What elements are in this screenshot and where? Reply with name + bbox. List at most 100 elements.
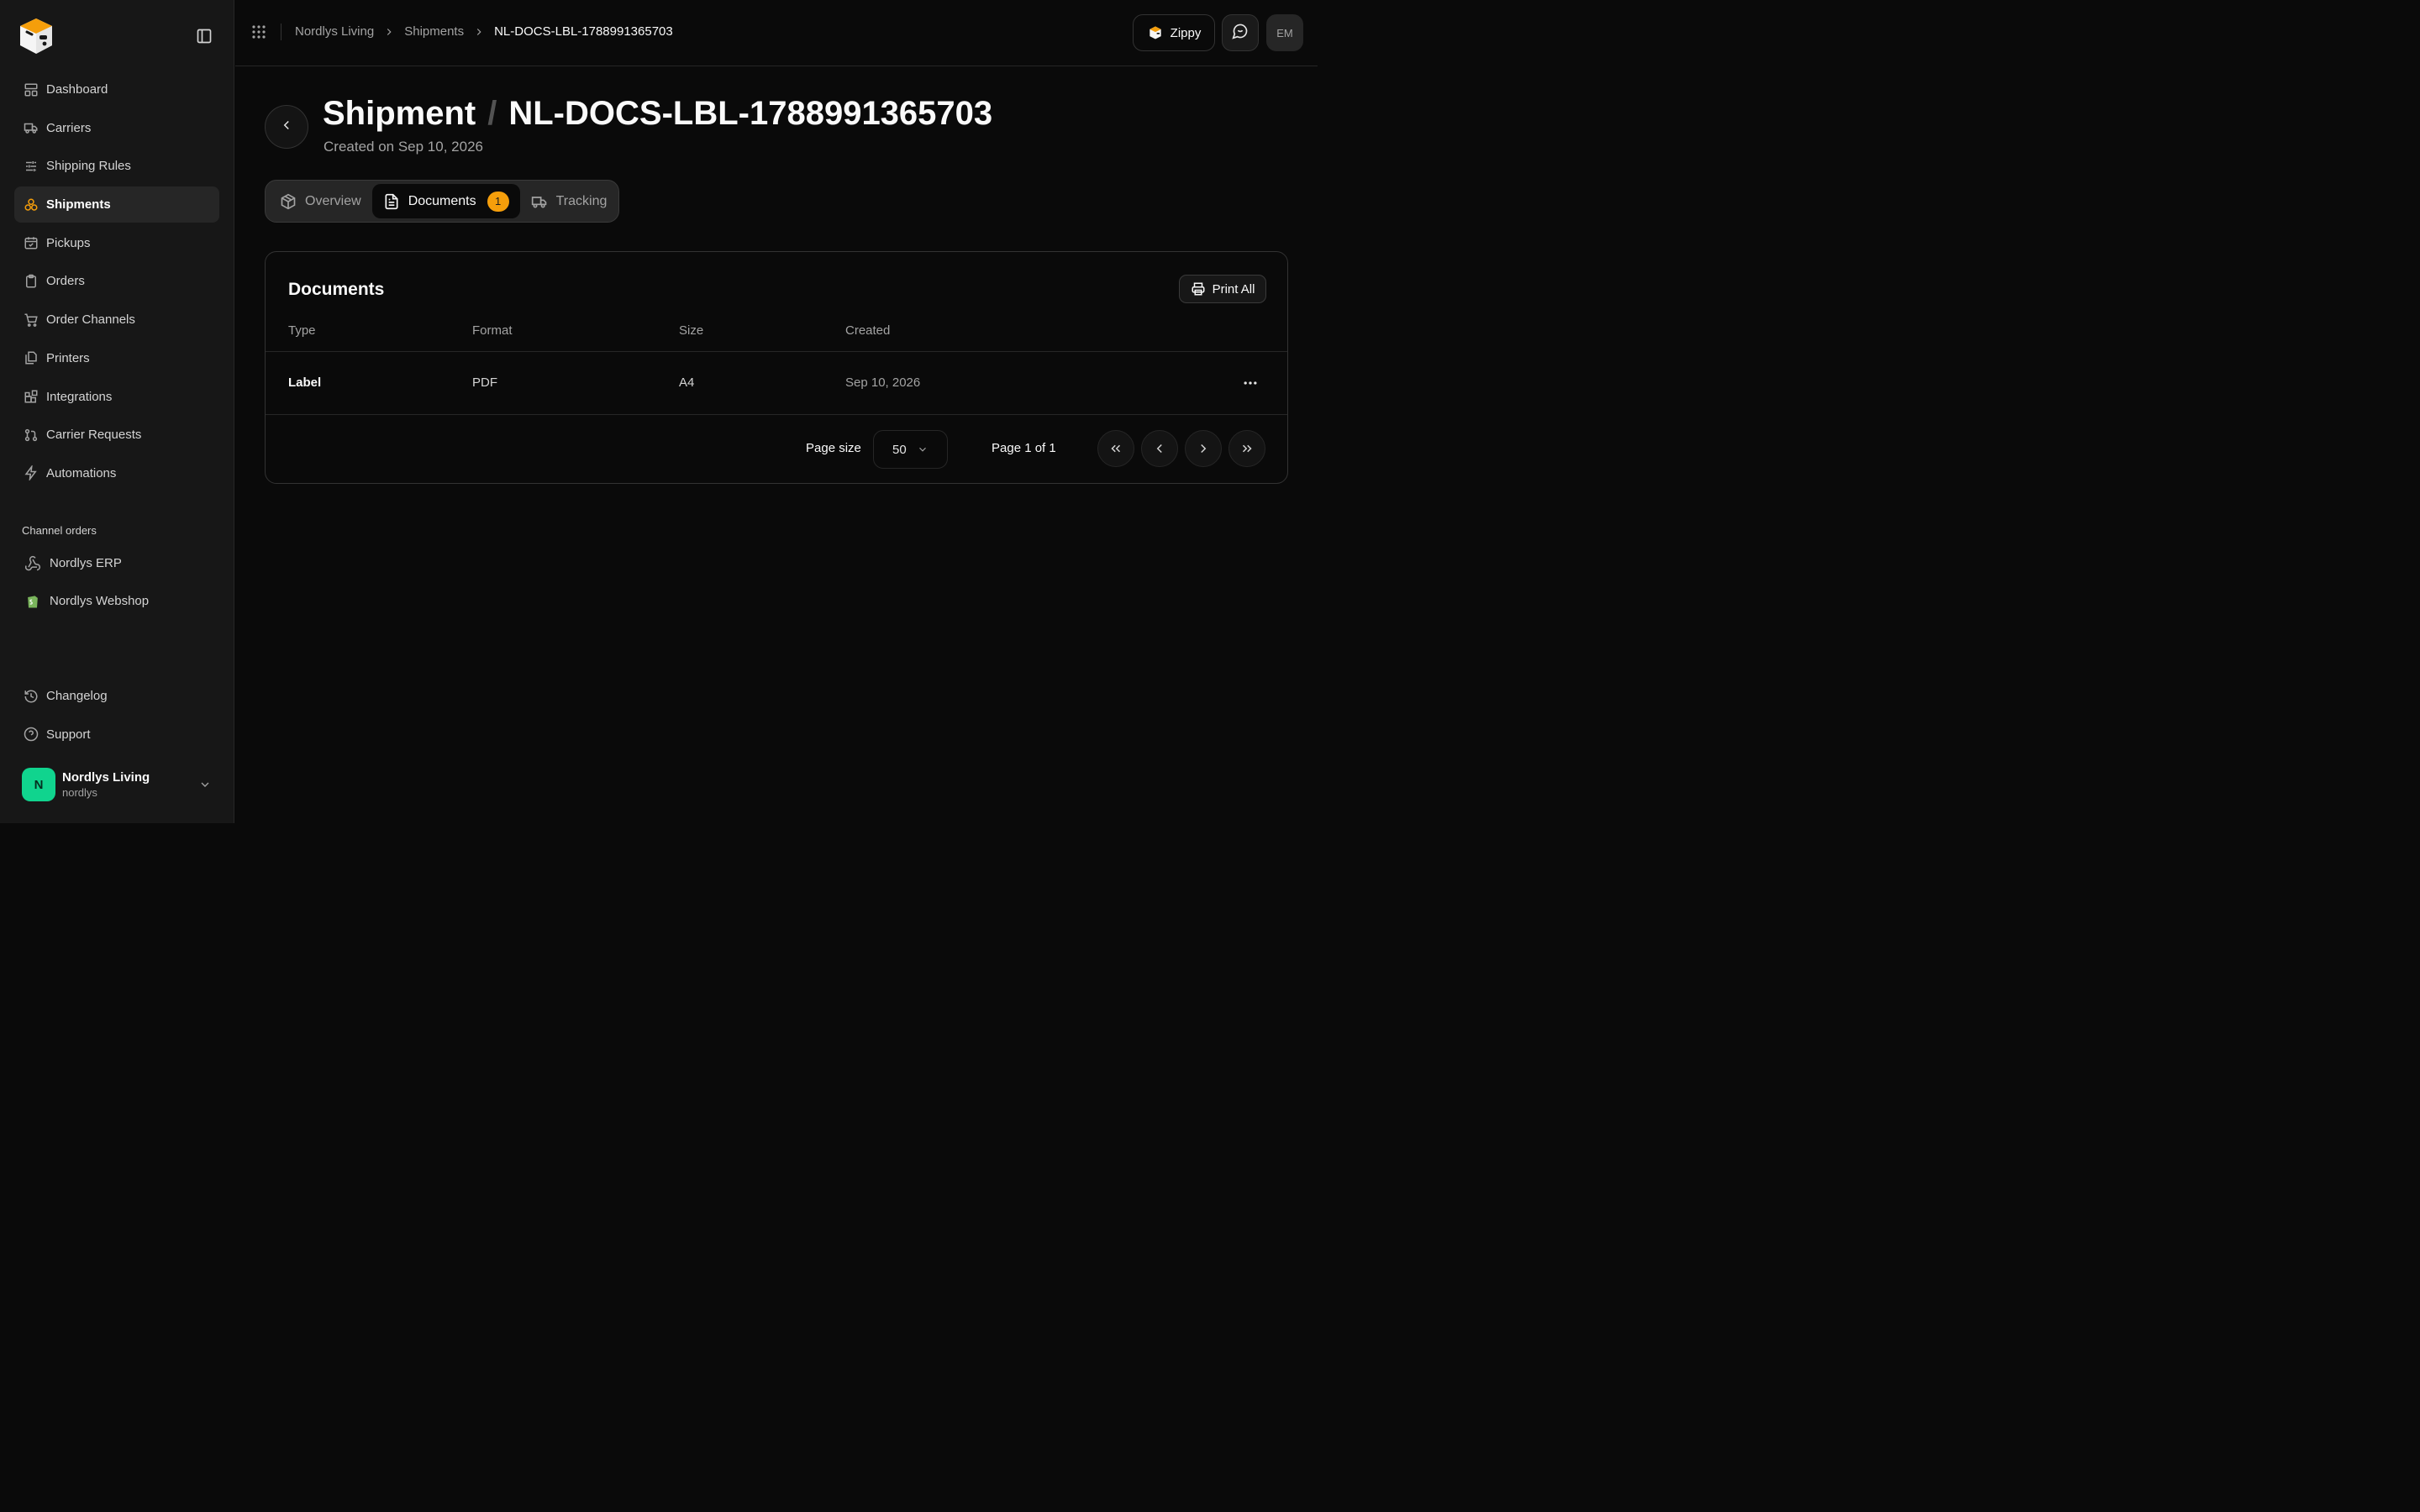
column-header-size: Size xyxy=(679,323,704,338)
chevron-left-icon xyxy=(279,118,294,136)
sidebar-item-shipping-rules[interactable]: Shipping Rules xyxy=(14,148,219,184)
channel-item-nordlys-erp[interactable]: Nordlys ERP xyxy=(14,544,219,582)
account-name: Nordlys Living xyxy=(62,770,150,785)
sidebar-item-pickups[interactable]: Pickups xyxy=(14,225,219,261)
tab-bar: Overview Documents 1 Tracking xyxy=(265,180,619,223)
sidebar-item-automations[interactable]: Automations xyxy=(14,455,219,491)
page-title-separator: / xyxy=(487,95,497,132)
git-pull-request-icon xyxy=(24,428,39,443)
tab-documents[interactable]: Documents 1 xyxy=(371,184,520,218)
more-horizontal-icon[interactable] xyxy=(1242,375,1259,391)
sidebar-item-printers[interactable]: Printers xyxy=(14,340,219,376)
truck-icon xyxy=(24,120,39,135)
first-page-button[interactable] xyxy=(1097,430,1134,467)
sidebar-item-label: Orders xyxy=(46,274,85,289)
table-divider xyxy=(266,351,1287,352)
column-header-format: Format xyxy=(472,323,513,338)
breadcrumb-current: NL-DOCS-LBL-1788991365703 xyxy=(494,24,673,39)
page-size-select[interactable]: 50 xyxy=(873,430,948,469)
sidebar-item-integrations[interactable]: Integrations xyxy=(14,379,219,415)
zippy-label: Zippy xyxy=(1170,25,1202,40)
channel-item-nordlys-webshop[interactable]: Nordlys Webshop xyxy=(14,582,219,620)
previous-page-button[interactable] xyxy=(1141,430,1178,467)
chevron-right-icon xyxy=(473,26,485,38)
printers-icon xyxy=(24,350,39,365)
documents-card: Documents Print All Type Format Size Cre… xyxy=(265,251,1288,484)
zap-icon xyxy=(24,465,39,481)
sliders-icon xyxy=(24,159,39,174)
sidebar-item-label: Support xyxy=(46,727,91,742)
package-icon xyxy=(280,193,297,210)
cell-size: A4 xyxy=(679,375,695,390)
sidebar-item-order-channels[interactable]: Order Channels xyxy=(14,302,219,338)
tab-label: Tracking xyxy=(555,193,608,208)
sidebar-item-orders[interactable]: Orders xyxy=(14,263,219,299)
tab-tracking[interactable]: Tracking xyxy=(520,184,618,218)
sidebar-item-label: Printers xyxy=(46,350,90,365)
apps-grid-icon[interactable] xyxy=(251,24,266,39)
chat-button[interactable] xyxy=(1222,14,1259,51)
cell-created: Sep 10, 2026 xyxy=(845,375,921,390)
account-switcher[interactable]: N Nordlys Living nordlys xyxy=(22,768,220,801)
sidebar-item-label: Shipments xyxy=(46,197,111,213)
sidebar-item-carriers[interactable]: Carriers xyxy=(14,110,219,146)
back-button[interactable] xyxy=(265,105,308,149)
sidebar-item-label: Changelog xyxy=(46,689,108,703)
channel-item-label: Nordlys ERP xyxy=(50,556,122,570)
user-avatar-button[interactable]: EM xyxy=(1266,14,1303,51)
page-title-prefix: Shipment xyxy=(323,95,476,132)
breadcrumb-item[interactable]: Shipments xyxy=(404,24,464,39)
print-all-button[interactable]: Print All xyxy=(1179,275,1266,303)
sidebar-nav: Dashboard Carriers Shipping Rules Shipme… xyxy=(14,71,219,494)
channel-list: Nordlys ERP Nordlys Webshop xyxy=(14,544,219,620)
created-date: Created on Sep 10, 2026 xyxy=(324,139,483,155)
chevron-left-icon xyxy=(1156,444,1162,454)
shipment-id: NL-DOCS-LBL-1788991365703 xyxy=(508,95,993,132)
page-size-value: 50 xyxy=(892,442,907,457)
shopify-icon xyxy=(24,592,42,611)
zippy-button[interactable]: Zippy xyxy=(1133,14,1215,51)
column-header-type: Type xyxy=(288,323,316,338)
boxes-icon xyxy=(24,197,39,213)
chevrons-right-icon xyxy=(1242,444,1252,453)
cell-type: Label xyxy=(288,375,322,390)
tab-label: Overview xyxy=(305,193,361,208)
help-circle-icon xyxy=(24,727,39,742)
sidebar-item-label: Shipping Rules xyxy=(46,159,131,174)
calendar-check-icon xyxy=(24,235,39,250)
chevron-right-icon xyxy=(1201,444,1207,454)
page-size-label: Page size xyxy=(806,441,861,455)
cart-icon xyxy=(24,312,39,328)
truck-icon xyxy=(531,193,548,210)
sidebar-item-label: Order Channels xyxy=(46,312,135,328)
sidebar-item-carrier-requests[interactable]: Carrier Requests xyxy=(14,417,219,453)
sidebar-item-changelog[interactable]: Changelog xyxy=(14,678,219,714)
page-info: Page 1 of 1 xyxy=(992,441,1056,455)
webhook-icon xyxy=(24,554,42,573)
last-page-button[interactable] xyxy=(1228,430,1265,467)
tab-label: Documents xyxy=(408,193,476,208)
sidebar: Dashboard Carriers Shipping Rules Shipme… xyxy=(0,0,234,823)
documents-count-badge: 1 xyxy=(487,191,509,212)
zippy-logo-icon xyxy=(1149,26,1161,39)
sidebar-item-dashboard[interactable]: Dashboard xyxy=(14,71,219,108)
page-title: Shipment / NL-DOCS-LBL-1788991365703 xyxy=(323,95,992,133)
chevron-right-icon xyxy=(383,26,395,38)
app-logo[interactable] xyxy=(15,15,57,57)
sidebar-item-label: Automations xyxy=(46,465,117,480)
tab-overview[interactable]: Overview xyxy=(269,184,372,218)
blocks-icon xyxy=(24,389,39,404)
breadcrumb-item[interactable]: Nordlys Living xyxy=(295,24,374,39)
chevron-down-icon xyxy=(198,778,212,791)
next-page-button[interactable] xyxy=(1185,430,1222,467)
sidebar-bottom-nav: Changelog Support xyxy=(14,678,219,754)
sidebar-item-support[interactable]: Support xyxy=(14,717,219,753)
sidebar-item-label: Pickups xyxy=(46,235,91,250)
history-icon xyxy=(24,689,39,704)
top-bar: Nordlys Living Shipments NL-DOCS-LBL-178… xyxy=(235,0,1318,66)
printer-icon xyxy=(1192,282,1205,296)
sidebar-item-shipments[interactable]: Shipments xyxy=(14,186,219,223)
breadcrumb: Nordlys Living Shipments NL-DOCS-LBL-178… xyxy=(295,24,673,39)
account-handle: nordlys xyxy=(62,786,97,799)
sidebar-toggle-icon[interactable] xyxy=(196,28,213,45)
